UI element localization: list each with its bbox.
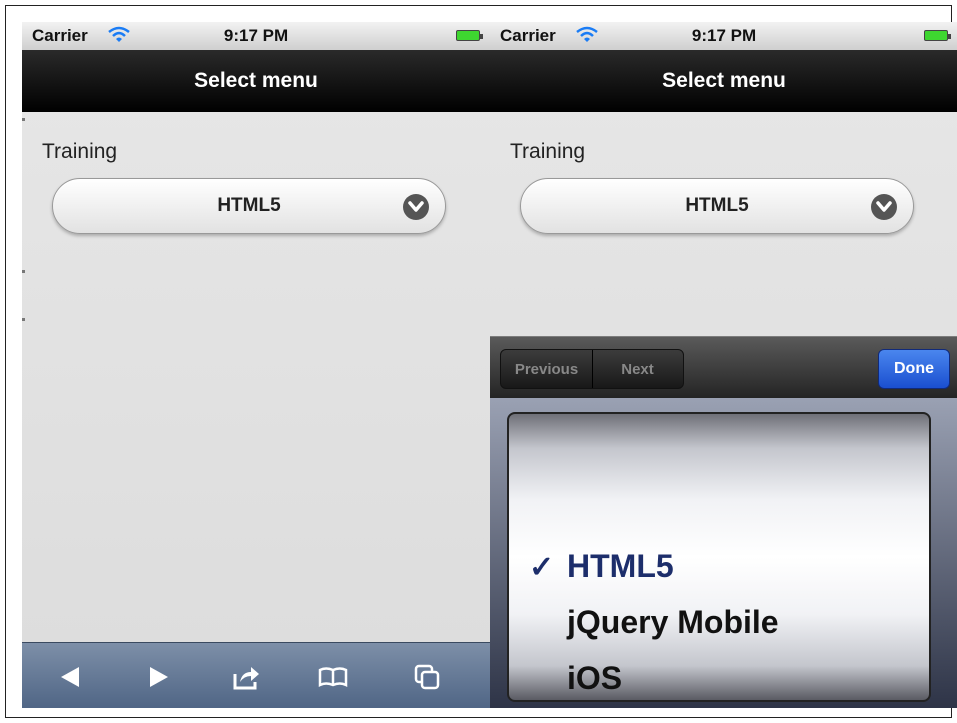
picker-option-jquery-mobile[interactable]: jQuery Mobile xyxy=(567,604,779,641)
previous-button[interactable]: Previous xyxy=(501,350,593,388)
next-button[interactable]: Next xyxy=(592,350,683,388)
page-title: Select menu xyxy=(22,50,490,112)
chevron-down-icon xyxy=(871,194,897,220)
status-time: 9:17 PM xyxy=(691,26,757,45)
scroll-speck xyxy=(22,118,25,121)
field-label: Training xyxy=(42,140,118,163)
tabs-icon[interactable] xyxy=(412,662,442,692)
select-value: HTML5 xyxy=(217,195,281,216)
phone-screen-left: Carrier 9:17 PM Select menu Training HTM… xyxy=(22,22,490,708)
picker-area: ✓ HTML5 jQuery Mobile iOS xyxy=(490,398,957,708)
share-icon[interactable] xyxy=(231,662,261,692)
form-accessory-bar: Previous Next Done xyxy=(490,336,957,399)
scroll-speck xyxy=(22,270,25,273)
status-time: 9:17 PM xyxy=(223,26,289,45)
field-label: Training xyxy=(510,140,586,163)
picker-wheel[interactable]: ✓ HTML5 jQuery Mobile iOS xyxy=(507,412,931,702)
scroll-speck xyxy=(22,318,25,321)
browser-toolbar xyxy=(22,642,490,708)
prev-next-control: Previous Next xyxy=(500,349,684,389)
back-icon[interactable] xyxy=(55,662,85,692)
training-select[interactable]: HTML5 xyxy=(52,178,446,234)
battery-icon xyxy=(924,30,951,41)
picker-option-ios[interactable]: iOS xyxy=(567,660,622,697)
select-value: HTML5 xyxy=(685,195,749,216)
status-bar: Carrier 9:17 PM xyxy=(490,22,957,50)
done-button[interactable]: Done xyxy=(878,349,950,389)
picker-option-html5[interactable]: HTML5 xyxy=(567,548,674,585)
chevron-down-icon xyxy=(403,194,429,220)
bookmarks-icon[interactable] xyxy=(318,662,348,692)
page-title: Select menu xyxy=(490,50,957,112)
status-bar: Carrier 9:17 PM xyxy=(22,22,490,50)
battery-icon xyxy=(456,30,483,41)
check-icon: ✓ xyxy=(529,551,555,584)
phone-screen-right: Carrier 9:17 PM Select menu Training HTM… xyxy=(490,22,957,708)
training-select[interactable]: HTML5 xyxy=(520,178,914,234)
forward-icon[interactable] xyxy=(144,662,174,692)
